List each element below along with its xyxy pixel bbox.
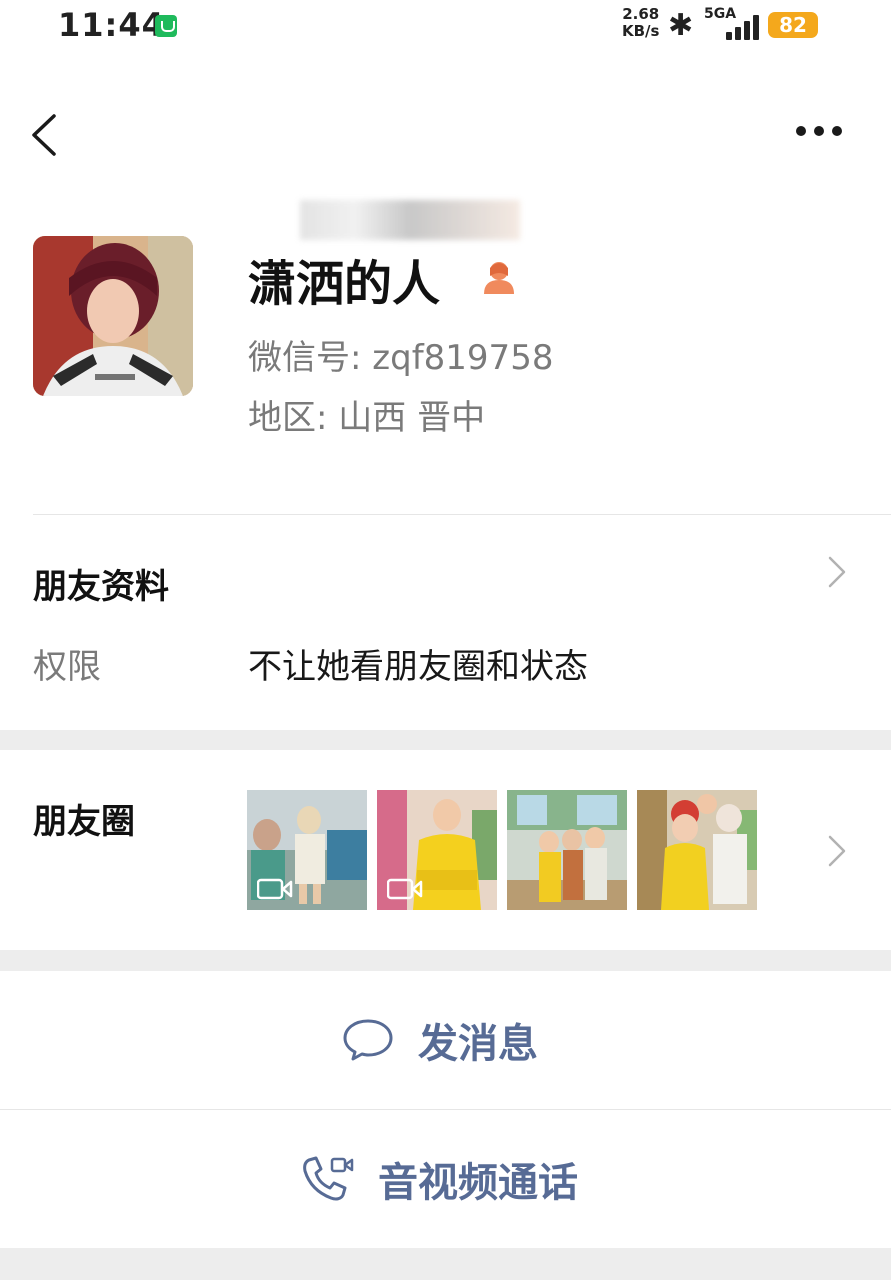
video-icon: [257, 878, 293, 900]
region: 地区: 山西 晋中: [248, 398, 486, 438]
bluetooth-icon: ✱: [668, 8, 694, 43]
call-button[interactable]: 音视频通话: [0, 1110, 891, 1248]
profile-card: 潇洒的人 微信号: zqf819758 地区: 山西 晋中: [0, 200, 891, 515]
signal-icon: [712, 12, 759, 40]
chevron-left-icon[interactable]: [26, 110, 66, 160]
friend-info-section[interactable]: 朋友资料 权限 不让她看朋友圈和状态: [0, 515, 891, 730]
chevron-right-icon: [828, 835, 846, 867]
phone-video-icon: [303, 1156, 354, 1201]
moments-thumbnail: [507, 790, 627, 910]
permission-label: 权限: [33, 647, 101, 687]
battery-level: 82: [768, 12, 818, 38]
send-message-label: 发消息: [418, 1021, 538, 1067]
nav-header: [0, 60, 891, 210]
video-icon: [387, 878, 423, 900]
chat-bubble-icon: [343, 1019, 393, 1061]
moments-thumbnail: [637, 790, 757, 910]
status-bar: 11:44 2.68 KB/s ✱ 5GA 82: [0, 0, 891, 60]
avatar[interactable]: [33, 236, 193, 396]
moments-section[interactable]: 朋友圈: [0, 750, 891, 950]
moments-thumbnail: [377, 790, 497, 910]
send-message-button[interactable]: 发消息: [0, 971, 891, 1109]
moments-title: 朋友圈: [33, 802, 135, 842]
wechat-id: 微信号: zqf819758: [248, 338, 554, 378]
female-icon: [484, 262, 514, 294]
friend-info-title: 朋友资料: [33, 567, 169, 607]
more-dots-icon[interactable]: [796, 126, 848, 146]
chevron-right-icon: [828, 556, 846, 588]
network-speed-value: 2.68: [622, 5, 660, 23]
network-speed-unit: KB/s: [622, 22, 660, 40]
app-notification-icon: [155, 15, 177, 37]
profile-name: 潇洒的人: [248, 256, 441, 312]
call-label: 音视频通话: [378, 1160, 578, 1206]
moments-thumbnail: [247, 790, 367, 910]
redacted-area: [300, 200, 520, 240]
permission-value: 不让她看朋友圈和状态: [248, 647, 588, 687]
network-speed: 2.68 KB/s: [622, 6, 659, 40]
status-time: 11:44: [58, 6, 165, 44]
